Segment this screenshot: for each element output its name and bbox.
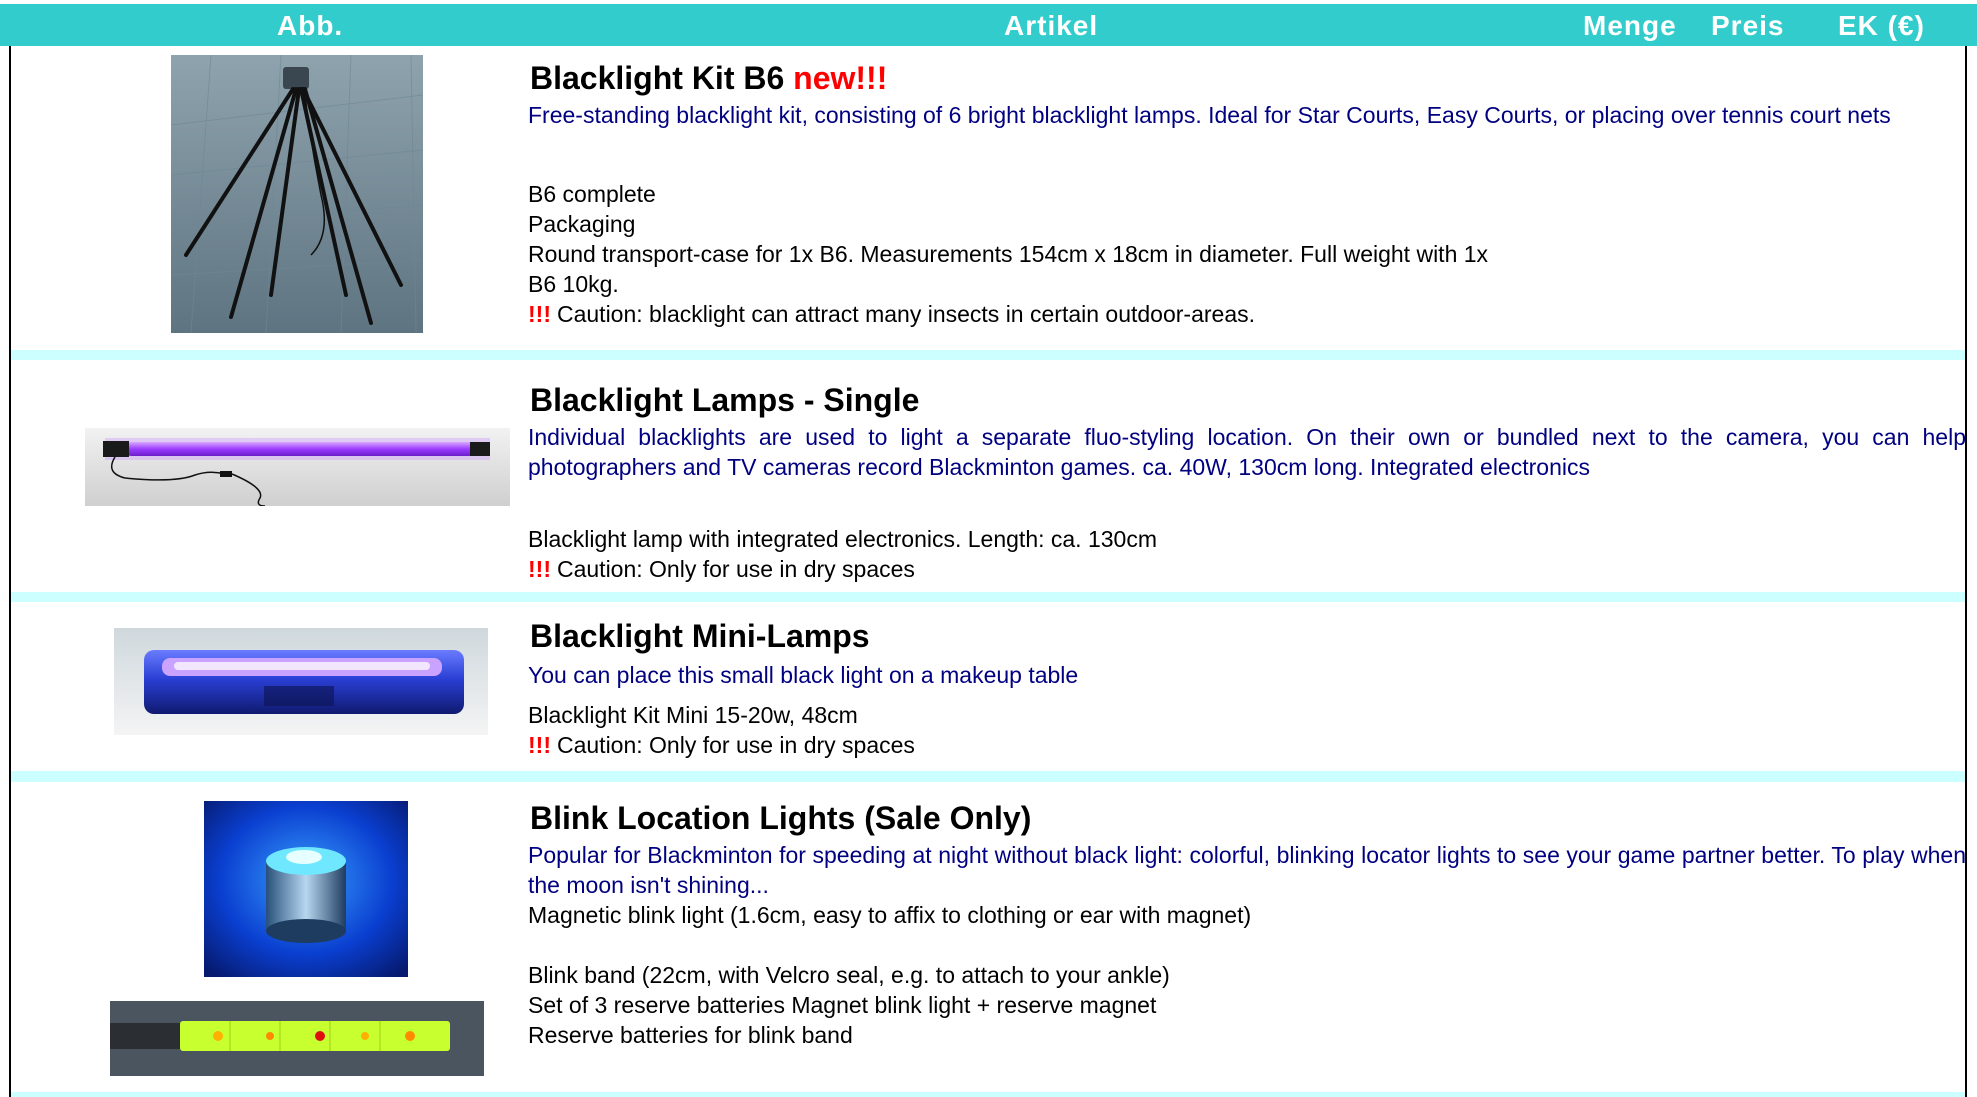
caution-mark: !!!	[528, 556, 551, 582]
row-separator	[11, 771, 1965, 782]
detail-line: Packaging	[528, 211, 636, 237]
single-lamp-description: Individual blacklights are used to light…	[528, 424, 1966, 480]
detail-line: Round transport-case for 1x B6. Measurem…	[528, 241, 1489, 267]
blink-lights-details: Magnetic blink light (1.6cm, easy to aff…	[528, 900, 1928, 1050]
detail-line: Reserve batteries for blink band	[528, 1022, 853, 1048]
column-header-ek: EK (€)	[1838, 10, 1925, 41]
column-header-image: Abb.	[277, 10, 344, 41]
b6-description: Free-standing blacklight kit, consisting…	[528, 102, 1891, 128]
b6-tripod-image	[171, 55, 423, 333]
detail-line: Blacklight lamp with integrated electron…	[528, 526, 1157, 552]
caution-line: !!! Caution: Only for use in dry spaces	[528, 556, 915, 582]
table-border-right	[1965, 46, 1967, 1097]
row-separator	[11, 350, 1965, 360]
caution-line: !!! Caution: blacklight can attract many …	[528, 301, 1256, 327]
caution-line: !!! Caution: Only for use in dry spaces	[528, 732, 915, 758]
single-lamp-image	[85, 428, 510, 506]
row-separator	[11, 1092, 1965, 1097]
detail-line: Set of 3 reserve batteries Magnet blink …	[528, 992, 1157, 1018]
table-border-left	[9, 46, 11, 1097]
mini-lamp-title: Blacklight Mini-Lamps	[530, 618, 870, 654]
b6-title: Blacklight Kit B6 new!!!	[530, 60, 888, 96]
detail-line: B6 complete	[528, 181, 656, 207]
caution-mark: !!!	[528, 732, 551, 758]
detail-line: Blacklight Kit Mini 15-20w, 48cm	[528, 702, 858, 728]
new-badge: new!!!	[793, 60, 888, 96]
blink-lights-description: Popular for Blackminton for speeding at …	[528, 842, 1966, 898]
column-header-article: Artikel	[1004, 10, 1099, 41]
mini-lamp-description: You can place this small black light on …	[528, 662, 1079, 688]
single-lamp-details: Blacklight lamp with integrated electron…	[528, 524, 1928, 584]
blink-band-image	[110, 1001, 484, 1076]
detail-line	[528, 930, 1928, 960]
blink-lights-title: Blink Location Lights (Sale Only)	[530, 800, 1032, 836]
row-separator	[11, 592, 1965, 602]
mini-lamp-details: Blacklight Kit Mini 15-20w, 48cm !!! Caut…	[528, 700, 1928, 760]
column-header-quantity: Menge	[1583, 10, 1677, 41]
b6-details: B6 complete Packaging Round transport-ca…	[528, 179, 1928, 329]
caution-mark: !!!	[528, 301, 551, 327]
detail-line: Magnetic blink light (1.6cm, easy to aff…	[528, 902, 1252, 928]
detail-line: B6 10kg.	[528, 271, 619, 297]
magnetic-blink-light-image	[204, 801, 408, 977]
detail-line: Blink band (22cm, with Velcro seal, e.g.…	[528, 962, 1170, 988]
single-lamp-title: Blacklight Lamps - Single	[530, 382, 920, 418]
mini-lamp-image	[114, 628, 488, 735]
table-header: Abb. Artikel Menge Preis EK (€)	[0, 4, 1977, 46]
column-header-price: Preis	[1711, 10, 1785, 41]
